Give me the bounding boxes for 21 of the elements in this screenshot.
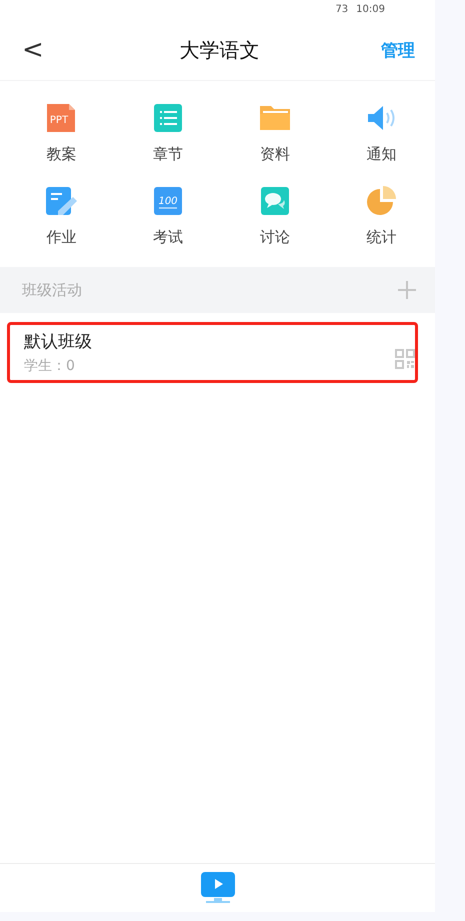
student-count: 学生：0 [24,357,76,375]
feature-item[interactable]: 统计 [328,184,435,247]
video-tab-button[interactable] [200,872,234,904]
feature-item[interactable]: 作业 [8,184,115,247]
class-card[interactable]: 默认班级 学生：0 [7,322,418,383]
feature-item[interactable]: 100 考试 [114,184,222,247]
feature-item[interactable]: 讨论 [222,184,328,247]
feature-item[interactable]: 通知 [328,101,435,164]
pie-chart-icon [364,184,399,218]
qr-code-icon[interactable] [395,348,415,368]
page-title: 大学语文 [180,36,260,64]
status-time: 10:09 [356,4,385,16]
note-pencil-icon [44,184,78,218]
back-button[interactable]: < [18,37,48,63]
section-title: 班级活动 [22,280,82,300]
feature-item[interactable]: PPT 教案 [8,101,115,164]
feature-item[interactable]: 资料 [222,101,328,164]
feature-item[interactable]: 章节 [114,101,222,164]
battery-level: 73 [335,4,348,16]
class-name: 默认班级 [24,331,92,353]
add-button[interactable] [397,280,417,300]
